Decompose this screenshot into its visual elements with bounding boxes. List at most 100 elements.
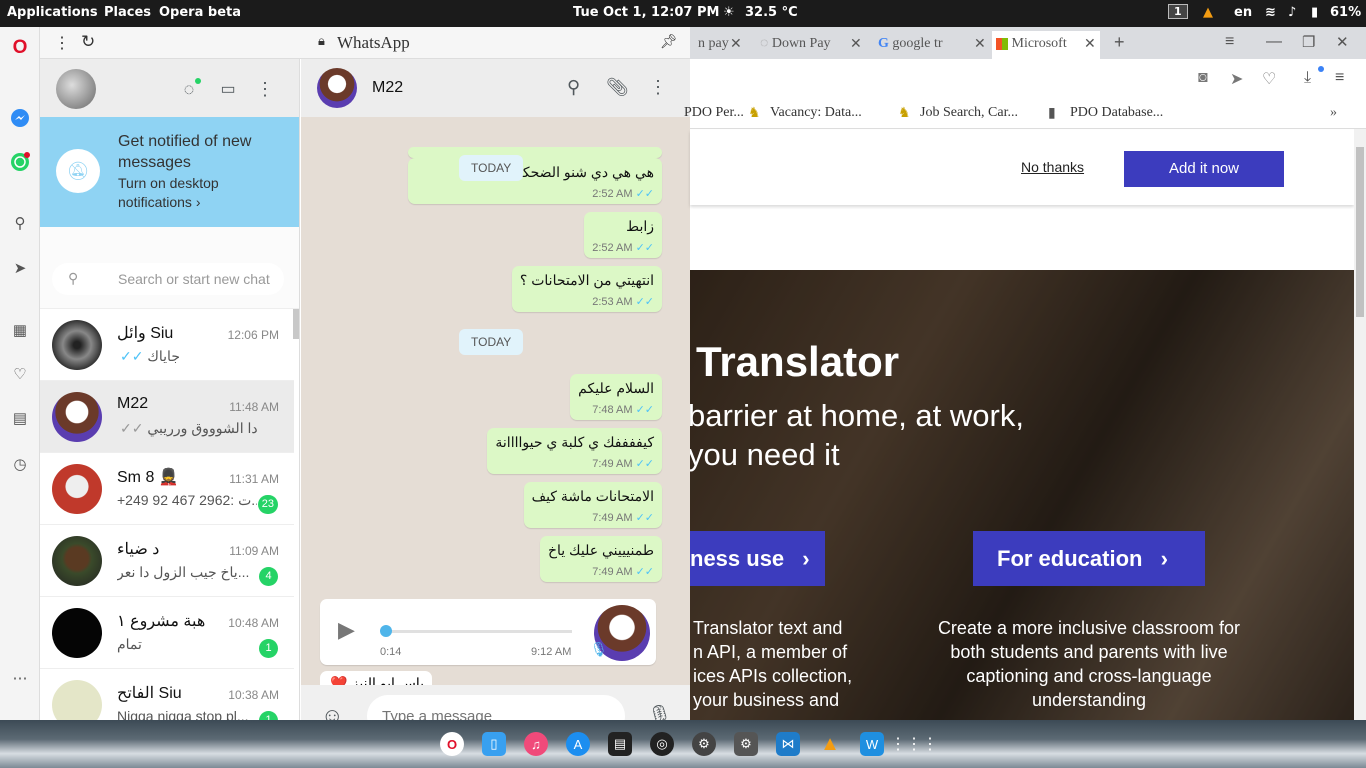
notification-banner[interactable]: 🔕︎ Get notified of new messages Turn on … xyxy=(40,117,299,227)
business-button[interactable]: ness use › xyxy=(690,531,825,586)
app-grid-icon[interactable]: ⋮⋮⋮ xyxy=(890,732,938,756)
bookmark[interactable]: PDO Database... xyxy=(1070,105,1163,121)
vlc-tray-icon[interactable]: ▲ xyxy=(1203,5,1213,20)
maximize-icon[interactable]: ❐ xyxy=(1302,33,1315,51)
message-bubble[interactable]: طمنيييني عليك ياخ 7:49 AM ✓✓ xyxy=(539,536,662,582)
vlc-icon[interactable]: ▲ xyxy=(818,732,842,756)
terminal-icon[interactable]: ▤ xyxy=(608,732,632,756)
messenger-icon[interactable] xyxy=(9,107,31,129)
message-input[interactable] xyxy=(367,695,625,720)
add-it-now-button[interactable]: Add it now xyxy=(1124,151,1284,187)
menu-icon[interactable]: ⋮ xyxy=(649,77,667,98)
wifi-icon[interactable]: ≋ xyxy=(1265,5,1276,20)
emoji-icon[interactable]: ☺ xyxy=(321,703,343,720)
news-icon[interactable]: ▤ xyxy=(9,407,31,429)
weather-temp[interactable]: 32.5 °C xyxy=(745,5,798,20)
battery-icon[interactable]: ▮ xyxy=(1311,5,1318,20)
minimize-icon[interactable]: — xyxy=(1266,33,1282,51)
voice-message[interactable]: ▶ 0:14 9:12 AM 🎙︎ xyxy=(320,599,656,665)
tab-menu-icon[interactable]: ≡ xyxy=(1225,33,1234,51)
music-icon[interactable]: ♫ xyxy=(524,732,548,756)
tab[interactable]: ◌ Down Pay xyxy=(760,31,850,59)
heart-icon[interactable]: ♡ xyxy=(9,363,31,385)
notification-action[interactable]: Turn on desktop notifications › xyxy=(118,174,258,212)
menu-icon[interactable]: ⋮ xyxy=(255,78,275,100)
education-button[interactable]: For education › xyxy=(973,531,1205,586)
page-scrollbar[interactable] xyxy=(1354,129,1366,720)
bookmark[interactable]: PDO Per... xyxy=(684,105,744,121)
workspace-indicator[interactable]: 1 xyxy=(1168,4,1188,19)
app-store-icon[interactable]: A xyxy=(566,732,590,756)
history-icon[interactable]: ◷ xyxy=(9,453,31,475)
bookmark[interactable]: Vacancy: Data... xyxy=(770,105,862,121)
message-bubble[interactable]: السلام عليكم 7:48 AM ✓✓ xyxy=(570,374,662,420)
places-menu[interactable]: Places xyxy=(104,5,151,20)
search-icon[interactable]: ⚲ xyxy=(9,212,31,234)
no-thanks-link[interactable]: No thanks xyxy=(1021,159,1084,175)
wps-icon[interactable]: W xyxy=(860,732,884,756)
tab[interactable]: G google tr xyxy=(878,31,968,59)
send-icon[interactable]: ➤ xyxy=(9,257,31,279)
applications-menu[interactable]: Applications xyxy=(7,5,98,20)
chat-item[interactable]: د ضياء 11:09 AM ياخ جيب الزول دا نعر... … xyxy=(40,525,294,597)
voice-progress-track[interactable] xyxy=(386,630,572,633)
message-bubble[interactable]: زابط 2:52 AM ✓✓ xyxy=(584,212,662,258)
avatar[interactable] xyxy=(317,68,357,108)
attach-icon[interactable]: 📎︎ xyxy=(606,77,629,98)
close-tab-icon[interactable]: ✕ xyxy=(730,35,742,52)
chat-item-selected[interactable]: M22 11:48 AM ✓✓ دا الشوووق ورريبي xyxy=(40,381,294,453)
close-window-icon[interactable]: ✕ xyxy=(1336,33,1349,51)
opera-logo-icon[interactable]: O xyxy=(9,37,31,59)
business-button-label: ness use xyxy=(690,546,785,571)
chat-item[interactable]: الفاتح Siu 10:38 AM Nigga nigga stop pl.… xyxy=(40,669,294,720)
close-tab-icon[interactable]: ✕ xyxy=(850,35,862,52)
heart-icon[interactable]: ♡ xyxy=(1262,69,1276,89)
reload-icon[interactable]: ↻ xyxy=(81,32,95,52)
close-tab-icon[interactable]: ✕ xyxy=(974,35,986,52)
pin-icon[interactable]: 📌︎ xyxy=(660,33,678,50)
message-bubble[interactable]: كيففففك ي كلبة ي حيواااانة 7:49 AM ✓✓ xyxy=(487,428,662,474)
contact-name[interactable]: M22 xyxy=(372,79,403,97)
settings-icon[interactable]: ⚙ xyxy=(692,732,716,756)
clock[interactable]: Tue Oct 1, 12:07 PM xyxy=(573,5,719,20)
message-text: هي هي دي شنو الضحكة ...زية دي xyxy=(460,164,654,180)
avatar[interactable] xyxy=(56,69,96,109)
files-icon[interactable]: ▯ xyxy=(482,732,506,756)
play-icon[interactable]: ▶ xyxy=(338,617,355,643)
search-icon[interactable]: ⚲ xyxy=(567,77,580,98)
message-bubble-partial[interactable] xyxy=(408,147,662,158)
system-monitor-icon[interactable]: ⚙ xyxy=(734,732,758,756)
active-app-menu[interactable]: Opera beta xyxy=(159,5,241,20)
day-divider: TODAY xyxy=(459,329,524,355)
new-tab-icon[interactable]: + xyxy=(1114,32,1125,53)
keyboard-layout[interactable]: en xyxy=(1234,5,1252,20)
scrollbar-thumb[interactable] xyxy=(1356,147,1364,317)
download-icon[interactable]: ⤓ xyxy=(1304,69,1311,87)
message-bubble[interactable]: هي هي دي شنو الضحكة ...زية دي 2:52 AM ✓✓ xyxy=(408,158,662,204)
vscode-icon[interactable]: ⋈ xyxy=(776,732,800,756)
whatsapp-icon[interactable] xyxy=(9,151,31,173)
bookmark[interactable]: Job Search, Car... xyxy=(920,105,1018,121)
chat-item[interactable]: وائل Siu 12:06 PM ✓✓ جاياك xyxy=(40,309,294,381)
message-bubble[interactable]: انتهيتي من الامتحانات ؟ 2:53 AM ✓✓ xyxy=(511,266,662,312)
chat-item[interactable]: Sm 8 💂 11:31 AM +249 92 467 2962: ت... 2… xyxy=(40,453,294,525)
new-chat-icon[interactable]: ▭ xyxy=(217,78,239,100)
more-icon[interactable]: ⋯ xyxy=(9,667,31,689)
chat-item[interactable]: هبة مشروع ١ 10:48 AM تمام 1 xyxy=(40,597,294,669)
mic-icon[interactable]: 🎙︎ xyxy=(647,703,672,720)
search-box[interactable]: ⚲ Search or start new chat xyxy=(52,263,284,295)
obs-icon[interactable]: ◎ xyxy=(650,732,674,756)
menu-icon[interactable]: ≡ xyxy=(1335,69,1344,87)
volume-icon[interactable]: ♪ xyxy=(1288,5,1296,20)
close-tab-icon[interactable]: ✕ xyxy=(1084,35,1096,52)
more-bookmarks-icon[interactable]: » xyxy=(1330,105,1337,121)
avatar xyxy=(52,608,102,658)
search-input[interactable]: Search or start new chat xyxy=(118,271,270,287)
message-bubble[interactable]: الامتحانات ماشة كيف 7:49 AM ✓✓ xyxy=(523,482,662,528)
snapshot-icon[interactable]: ◙ xyxy=(1198,69,1208,87)
opera-icon[interactable]: O xyxy=(440,732,464,756)
send-icon[interactable]: ➤ xyxy=(1230,69,1243,89)
kebab-menu-icon[interactable]: ⋮ xyxy=(54,33,70,53)
speed-dial-icon[interactable]: ▦ xyxy=(9,319,31,341)
voice-progress-knob[interactable] xyxy=(380,625,392,637)
